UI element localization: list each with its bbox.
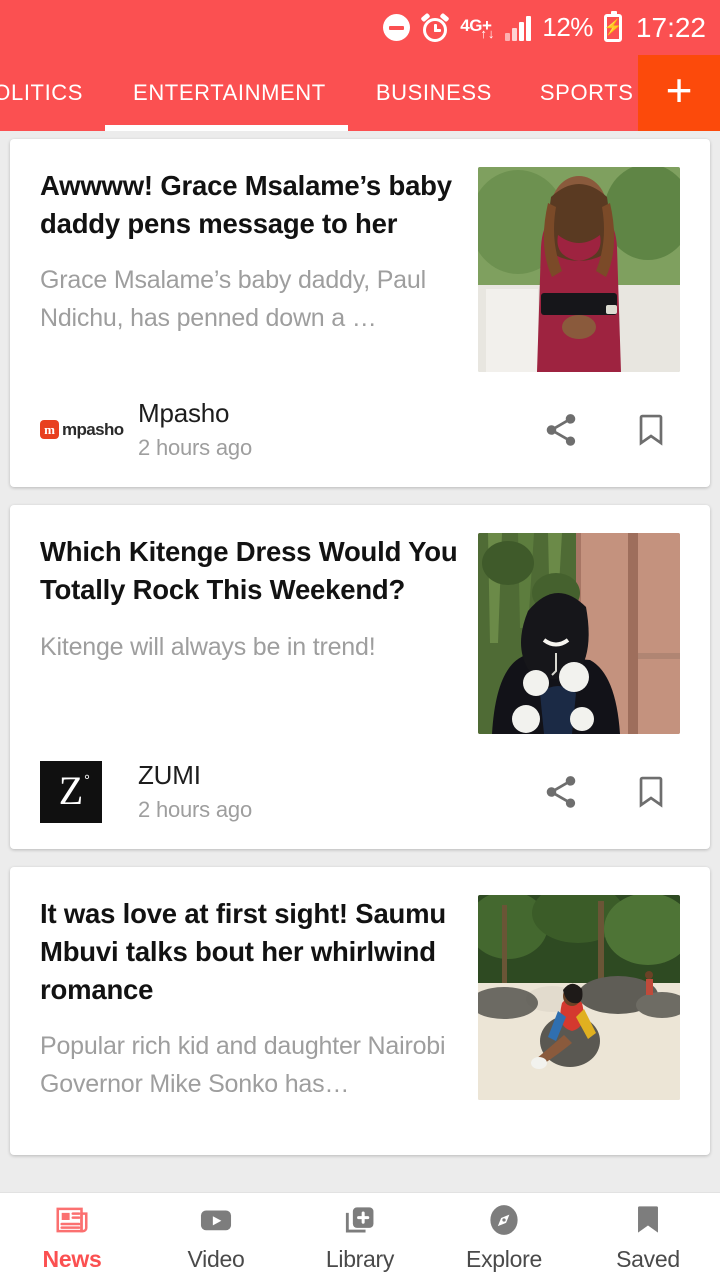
tab-politics-label: POLITICS: [0, 80, 84, 105]
publisher-logo: m mpasho: [40, 400, 124, 460]
nav-label-video: Video: [187, 1245, 245, 1272]
zumi-logo-mark: Z: [58, 767, 84, 813]
article-footer: m mpasho Mpasho 2 hours ago: [40, 398, 680, 487]
compass-icon: [483, 1201, 525, 1239]
tab-sports-label: SPORTS: [539, 80, 634, 105]
publisher-name: ZUMI: [138, 760, 201, 791]
battery-charging-icon: ⚡: [603, 10, 623, 42]
article-headline: Which Kitenge Dress Would You Totally Ro…: [40, 536, 458, 605]
share-icon[interactable]: [542, 411, 580, 449]
bookmark-icon[interactable]: [632, 773, 670, 811]
article-footer: Z ° ZUMI 2 hours ago: [40, 760, 680, 849]
alarm-clock-icon: [420, 12, 450, 42]
battery-percent-label: 12%: [542, 12, 593, 42]
library-add-icon: [339, 1201, 381, 1239]
do-not-disturb-icon: [383, 14, 411, 41]
mpasho-logo-mark: m: [40, 420, 59, 440]
category-tab-bar: POLITICS ENTERTAINMENT BUSINESS SPORTS +: [0, 55, 720, 131]
article-body: It was love at first sight! Saumu Mbuvi …: [40, 895, 680, 1103]
play-video-icon: [195, 1201, 237, 1239]
article-actions: [542, 773, 680, 811]
nav-item-library[interactable]: Library: [288, 1201, 432, 1273]
bottom-navigation: News Video Library Explore Saved: [0, 1192, 720, 1280]
network-type-indicator: 4G+ ↑ ↓: [460, 16, 495, 41]
article-footer: [40, 1129, 680, 1155]
article-actions: [542, 411, 680, 449]
data-up-arrow: ↑: [480, 26, 487, 41]
article-card[interactable]: Which Kitenge Dress Would You Totally Ro…: [10, 505, 710, 850]
zumi-logo: Z °: [40, 760, 102, 823]
data-transfer-arrows: ↑ ↓: [480, 26, 495, 41]
nav-label-saved: Saved: [616, 1245, 680, 1272]
nav-item-explore[interactable]: Explore: [432, 1201, 576, 1273]
article-thumbnail[interactable]: [478, 533, 680, 735]
mpasho-logo: m mpasho: [40, 420, 124, 440]
tab-entertainment-label: ENTERTAINMENT: [133, 80, 326, 105]
bookmark-filled-icon: [627, 1201, 669, 1239]
signal-bars-icon: [505, 15, 532, 41]
article-body: Awwww! Grace Msalame’s baby daddy pens m…: [40, 167, 680, 372]
article-text: Awwww! Grace Msalame’s baby daddy pens m…: [40, 167, 460, 372]
article-feed[interactable]: Awwww! Grace Msalame’s baby daddy pens m…: [0, 131, 720, 1192]
bookmark-icon[interactable]: [632, 411, 670, 449]
article-summary: Kitenge will always be in trend!: [40, 632, 376, 661]
nav-label-library: Library: [325, 1245, 395, 1272]
article-summary: Grace Msalame’s baby daddy, Paul Ndichu,…: [40, 266, 426, 332]
article-card[interactable]: Awwww! Grace Msalame’s baby daddy pens m…: [10, 139, 710, 488]
article-body: Which Kitenge Dress Would You Totally Ro…: [40, 533, 680, 735]
article-headline: It was love at first sight! Saumu Mbuvi …: [40, 898, 446, 1005]
category-tabs: POLITICS ENTERTAINMENT BUSINESS SPORTS: [0, 55, 638, 131]
tab-business[interactable]: BUSINESS: [352, 55, 516, 131]
zumi-logo-degree: °: [84, 771, 90, 789]
add-category-button[interactable]: +: [638, 55, 720, 131]
status-bar-clock: 17:22: [635, 11, 706, 43]
article-thumbnail[interactable]: [478, 895, 680, 1101]
article-card[interactable]: It was love at first sight! Saumu Mbuvi …: [10, 867, 710, 1156]
status-bar: 4G+ ↑ ↓ 12% ⚡ 17:22: [0, 0, 720, 55]
publisher-meta: ZUMI 2 hours ago: [138, 760, 542, 823]
app-root: 4G+ ↑↓ 12% ⚡ 17:22 POLITICS ENTERTAINMEN…: [0, 0, 720, 1280]
article-text: It was love at first sight! Saumu Mbuvi …: [40, 895, 460, 1103]
newspaper-icon: [51, 1201, 93, 1239]
article-timestamp: 2 hours ago: [138, 797, 252, 823]
tab-sports[interactable]: SPORTS: [516, 55, 638, 131]
share-icon[interactable]: [542, 773, 580, 811]
publisher-name: Mpasho: [138, 398, 230, 428]
data-down-arrow: ↓: [487, 26, 495, 41]
mpasho-logo-wordmark: mpasho: [62, 419, 124, 439]
nav-label-explore: Explore: [466, 1245, 542, 1272]
charging-bolt-icon: ⚡: [603, 19, 623, 36]
article-thumbnail[interactable]: [478, 167, 680, 372]
tab-business-label: BUSINESS: [375, 80, 492, 105]
nav-label-news: News: [42, 1245, 102, 1272]
article-headline: Awwww! Grace Msalame’s baby daddy pens m…: [40, 170, 452, 239]
article-timestamp: 2 hours ago: [138, 435, 252, 461]
publisher-meta: Mpasho 2 hours ago: [138, 398, 542, 461]
nav-item-saved[interactable]: Saved: [576, 1201, 720, 1273]
article-summary: Popular rich kid and daughter Nairobi Go…: [40, 1032, 446, 1098]
tab-politics[interactable]: POLITICS: [0, 55, 107, 131]
nav-item-news[interactable]: News: [0, 1201, 144, 1273]
nav-item-video[interactable]: Video: [144, 1201, 288, 1273]
article-text: Which Kitenge Dress Would You Totally Ro…: [40, 533, 460, 734]
publisher-logo: Z °: [40, 760, 112, 823]
tab-entertainment[interactable]: ENTERTAINMENT: [107, 55, 352, 131]
